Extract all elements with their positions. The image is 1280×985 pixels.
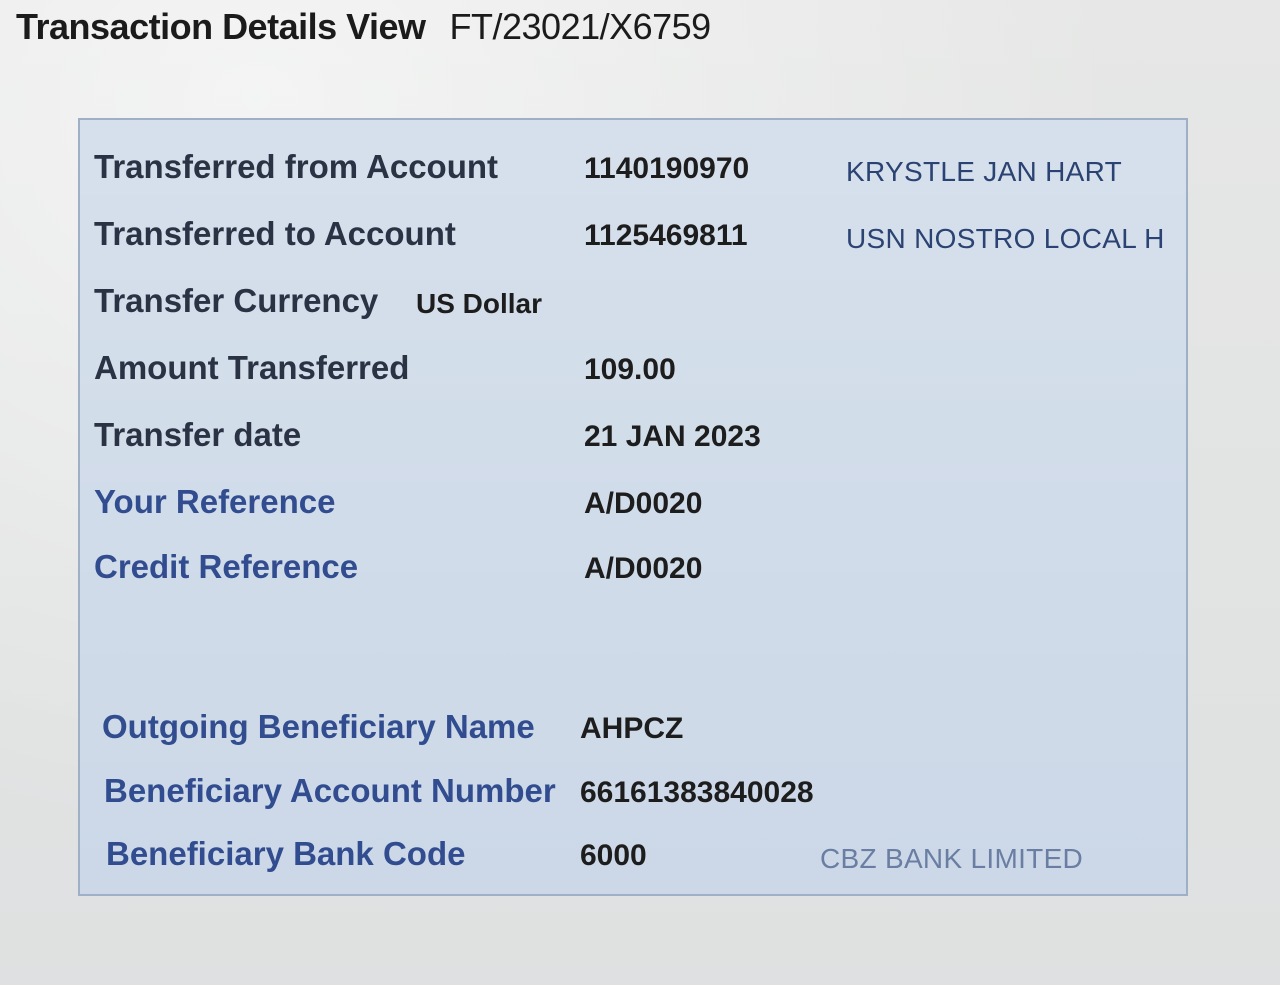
beneficiary-bank-code-label: Beneficiary Bank Code (106, 835, 466, 872)
credit-reference-label: Credit Reference (94, 548, 359, 585)
beneficiary-account-value: 66161383840028 (580, 776, 814, 809)
amount-label: Amount Transferred (94, 349, 410, 386)
beneficiary-name-value: AHPCZ (580, 712, 684, 745)
date-value: 21 JAN 2023 (584, 420, 761, 453)
amount-row: Amount Transferred 109.00 (80, 349, 1186, 399)
credit-reference-row: Credit Reference A/D0020 (80, 548, 1186, 598)
amount-value: 109.00 (584, 353, 676, 386)
currency-label: Transfer Currency (94, 282, 379, 319)
currency-row: Transfer Currency US Dollar (80, 282, 1186, 332)
transaction-id: FT/23021/X6759 (449, 6, 712, 47)
date-row: Transfer date 21 JAN 2023 (80, 416, 1186, 466)
credit-reference-value: A/D0020 (584, 552, 703, 585)
currency-value: US Dollar (416, 288, 543, 319)
beneficiary-account-row: Beneficiary Account Number 6616138384002… (80, 772, 1186, 822)
your-reference-label: Your Reference (94, 483, 336, 520)
page-title-text: Transaction Details View (16, 6, 426, 47)
page-title: Transaction Details View FT/23021/X6759 (16, 6, 711, 48)
your-reference-row: Your Reference A/D0020 (80, 483, 1186, 533)
beneficiary-bank-code-value: 6000 (580, 839, 647, 872)
from-account-row: Transferred from Account 1140190970 KRYS… (80, 148, 1186, 198)
date-label: Transfer date (94, 416, 302, 453)
beneficiary-account-label: Beneficiary Account Number (104, 772, 556, 809)
transaction-details-panel: Transferred from Account 1140190970 KRYS… (78, 118, 1188, 896)
beneficiary-bank-name: CBZ BANK LIMITED (820, 843, 1084, 874)
to-account-row: Transferred to Account 1125469811 USN NO… (80, 215, 1186, 265)
from-account-label: Transferred from Account (94, 148, 499, 185)
beneficiary-bank-code-row: Beneficiary Bank Code 6000 CBZ BANK LIMI… (80, 835, 1186, 885)
from-account-value: 1140190970 (584, 152, 750, 185)
your-reference-value: A/D0020 (584, 487, 703, 520)
from-account-holder-name: KRYSTLE JAN HART (846, 156, 1123, 187)
to-account-label: Transferred to Account (94, 215, 456, 252)
to-account-holder-name: USN NOSTRO LOCAL H (846, 223, 1165, 254)
to-account-value: 1125469811 (584, 219, 748, 252)
beneficiary-name-row: Outgoing Beneficiary Name AHPCZ (80, 708, 1186, 758)
beneficiary-name-label: Outgoing Beneficiary Name (102, 708, 535, 745)
